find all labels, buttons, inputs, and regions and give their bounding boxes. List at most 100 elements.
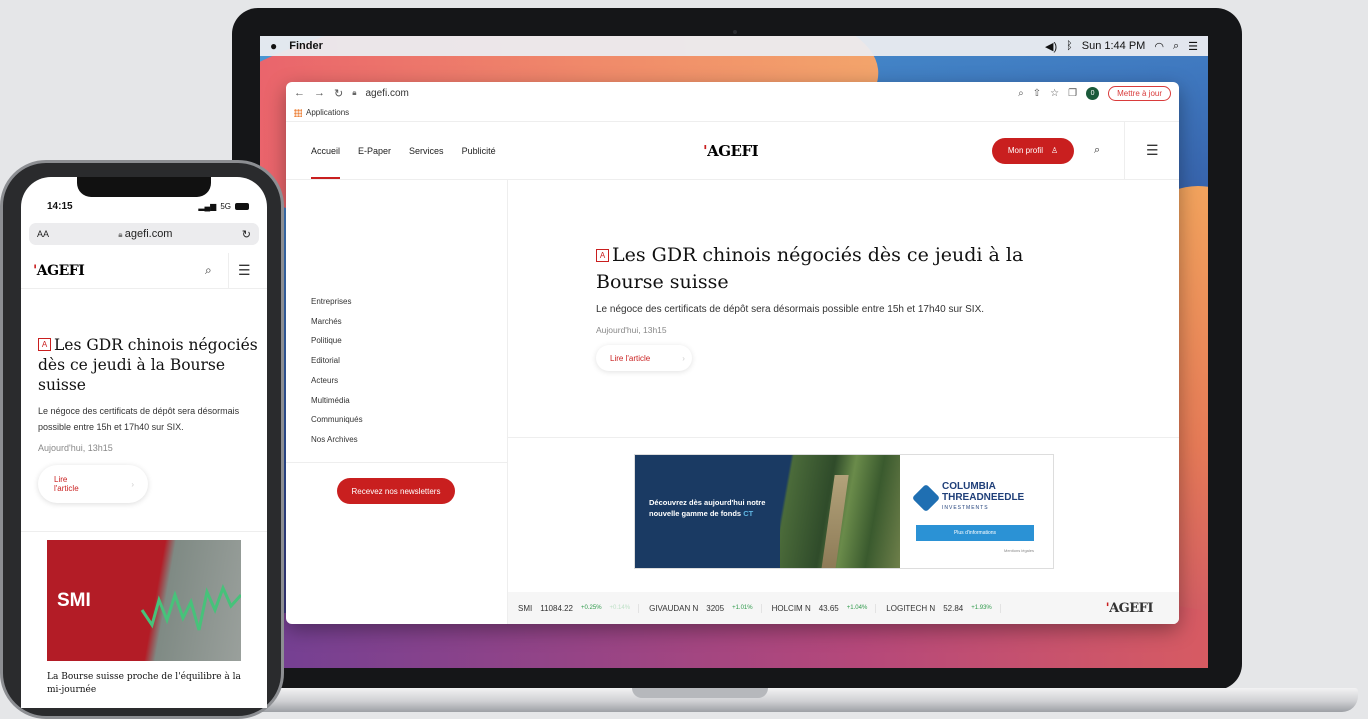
- profile-button-label: Mon profil: [1007, 146, 1043, 155]
- article-title[interactable]: A Les GDR chinois négociés dès ce jeudi à…: [38, 335, 258, 395]
- bookmark-applications[interactable]: Applications: [306, 108, 349, 117]
- section-entreprises[interactable]: Entreprises: [311, 292, 363, 312]
- brand-sub: INVESTMENTS: [942, 505, 989, 511]
- section-acteurs[interactable]: Acteurs: [311, 371, 363, 391]
- section-multimedia[interactable]: Multimédia: [311, 391, 363, 411]
- phone-headline-article: A Les GDR chinois négociés dès ce jeudi à…: [38, 335, 258, 503]
- ticker-change: +0.25%: [581, 605, 602, 611]
- section-communiques[interactable]: Communiqués: [311, 410, 363, 430]
- wifi-icon[interactable]: ◠: [1154, 40, 1164, 53]
- profile-button[interactable]: Mon profil ♙: [992, 137, 1074, 164]
- brand-name: COLUMBIA THREADNEEDLE INVESTMENTS: [942, 481, 1024, 514]
- brand-mark-icon: [911, 483, 941, 512]
- nav-publicite[interactable]: Publicité: [462, 146, 496, 156]
- menu-icon[interactable]: ☰: [1146, 142, 1159, 159]
- section-list: Entreprises Marchés Politique Editorial …: [311, 292, 363, 450]
- read-label-line1: Lire: [54, 475, 68, 484]
- zoom-icon[interactable]: ⌕: [1018, 88, 1024, 99]
- article-date: Aujourd'hui, 13h15: [38, 443, 113, 453]
- ad-text-ct: CT: [743, 509, 754, 518]
- read-article-button[interactable]: Lire l'article ›: [596, 345, 692, 371]
- left-sidebar: Entreprises Marchés Politique Editorial …: [286, 180, 508, 624]
- signal-icon: ▂▄▆: [198, 202, 217, 211]
- news-card-title[interactable]: La Bourse suisse proche de l'équilibre à…: [47, 671, 241, 697]
- share-icon[interactable]: ⇧: [1033, 88, 1041, 99]
- search-icon[interactable]: ⌕: [1094, 144, 1100, 157]
- ad-legal[interactable]: Mentions légales: [1004, 548, 1034, 553]
- search-icon[interactable]: ⌕: [205, 263, 212, 278]
- divider: [286, 462, 508, 463]
- site-logo[interactable]: 'AGEFI: [33, 263, 85, 279]
- ticker-item[interactable]: GIVAUDAN N 3205 +1.01%: [649, 603, 762, 613]
- newsletter-button[interactable]: Recevez nos newsletters: [337, 478, 455, 504]
- forward-icon[interactable]: →: [314, 87, 325, 99]
- nav-services[interactable]: Services: [409, 146, 444, 156]
- bookmarks-bar: Applications: [286, 104, 1179, 122]
- menu-icon[interactable]: ☰: [238, 262, 251, 279]
- ad-text-panel: Découvrez dès aujourd'hui notre nouvelle…: [635, 455, 780, 568]
- read-article-button[interactable]: Lire l'article ›: [38, 465, 148, 503]
- section-editorial[interactable]: Editorial: [311, 351, 363, 371]
- header-divider: [1124, 122, 1125, 180]
- laptop-base: [196, 688, 1358, 712]
- menubar-clock[interactable]: Sun 1:44 PM: [1082, 40, 1146, 52]
- ticker-item[interactable]: LOGITECH N 52.84 +1.93%: [886, 603, 1001, 613]
- network-label: 5G: [220, 202, 231, 211]
- section-marches[interactable]: Marchés: [311, 312, 363, 332]
- nav-accueil[interactable]: Accueil: [311, 146, 341, 179]
- news-card-image[interactable]: SMI: [47, 540, 241, 661]
- section-archives[interactable]: Nos Archives: [311, 430, 363, 450]
- sidepanel-icon[interactable]: ❐: [1068, 88, 1077, 99]
- volume-icon[interactable]: ◀): [1045, 40, 1057, 53]
- update-button[interactable]: Mettre à jour: [1108, 85, 1171, 101]
- logo-text: AGEFI: [707, 141, 759, 160]
- phone-screen: 14:15 ▂▄▆ 5G AA 🔒︎ agefi.com ↻ 'AGEFI ⌕ …: [21, 177, 267, 708]
- ticker-item[interactable]: SMI 11084.22 +0.25% +0.14%: [518, 603, 640, 613]
- address-bar[interactable]: agefi.com: [365, 88, 408, 99]
- site-logo[interactable]: 'AGEFI: [703, 141, 759, 160]
- nav-epaper[interactable]: E-Paper: [358, 146, 391, 156]
- back-icon[interactable]: ←: [294, 87, 305, 99]
- text-size-button[interactable]: AA: [37, 229, 49, 239]
- article-title[interactable]: A Les GDR chinois négociés dès ce jeudi à…: [596, 242, 1096, 296]
- ticker-symbol: LOGITECH N: [886, 603, 936, 613]
- menubar-app-name[interactable]: Finder: [289, 40, 323, 52]
- reload-icon[interactable]: ↻: [334, 87, 343, 100]
- article-title-text: Les GDR chinois négociés dès ce jeudi à …: [596, 244, 1024, 293]
- ticker-symbol: GIVAUDAN N: [649, 603, 699, 613]
- phone-address-bar[interactable]: AA 🔒︎ agefi.com ↻: [29, 223, 259, 245]
- ticker-logo[interactable]: 'AGEFI: [1106, 601, 1154, 616]
- phone-notch: [77, 177, 211, 197]
- ad-banner[interactable]: Découvrez dès aujourd'hui notre nouvelle…: [634, 454, 1054, 569]
- brand-line-2: THREADNEEDLE: [942, 492, 1025, 503]
- menubar: ● Finder ◀) ᛒ Sun 1:44 PM ◠ ⌕ ☰: [260, 36, 1208, 56]
- user-icon: ♙: [1050, 146, 1059, 155]
- apps-grid-icon: [294, 108, 302, 117]
- columbia-threadneedle-logo: COLUMBIA THREADNEEDLE INVESTMENTS: [911, 481, 1024, 514]
- ticker-item[interactable]: HOLCIM N 43.65 +1.04%: [772, 603, 877, 613]
- ad-cta-button[interactable]: Plus d'informations: [916, 525, 1034, 541]
- reload-icon[interactable]: ↻: [242, 228, 251, 241]
- apple-icon[interactable]: ●: [270, 39, 277, 53]
- ticker-change-faint: +0.14%: [609, 605, 631, 611]
- phone-status-icons: ▂▄▆ 5G: [198, 201, 249, 212]
- section-politique[interactable]: Politique: [311, 331, 363, 351]
- spotlight-icon[interactable]: ⌕: [1173, 40, 1179, 53]
- card-image-label: SMI: [57, 590, 91, 611]
- site-nav: Accueil E-Paper Services Publicité: [286, 122, 496, 179]
- control-center-icon[interactable]: ☰: [1188, 40, 1198, 53]
- ticker-change: +1.01%: [732, 605, 753, 611]
- bookmark-star-icon[interactable]: ☆: [1050, 88, 1059, 99]
- article-lede: Le négoce des certificats de dépôt sera …: [38, 406, 240, 432]
- headline-article: A Les GDR chinois négociés dès ce jeudi à…: [596, 242, 1096, 371]
- browser-window: ← → ↻ 🔒︎ agefi.com ⌕ ⇧ ☆ ❐ 0 Mettre à jo…: [286, 82, 1179, 624]
- bluetooth-icon[interactable]: ᛒ: [1066, 40, 1073, 52]
- phone-url-text: agefi.com: [124, 228, 173, 240]
- laptop-opening-notch: [632, 688, 768, 698]
- read-article-label: Lire l'article: [610, 353, 651, 363]
- profile-avatar[interactable]: 0: [1086, 86, 1100, 100]
- phone-site-header: 'AGEFI ⌕ ☰: [21, 253, 267, 289]
- ticker-value: 52.84: [943, 603, 964, 613]
- phone-url[interactable]: 🔒︎ agefi.com: [118, 228, 172, 240]
- site-header: Accueil E-Paper Services Publicité 'AGEF…: [286, 122, 1179, 180]
